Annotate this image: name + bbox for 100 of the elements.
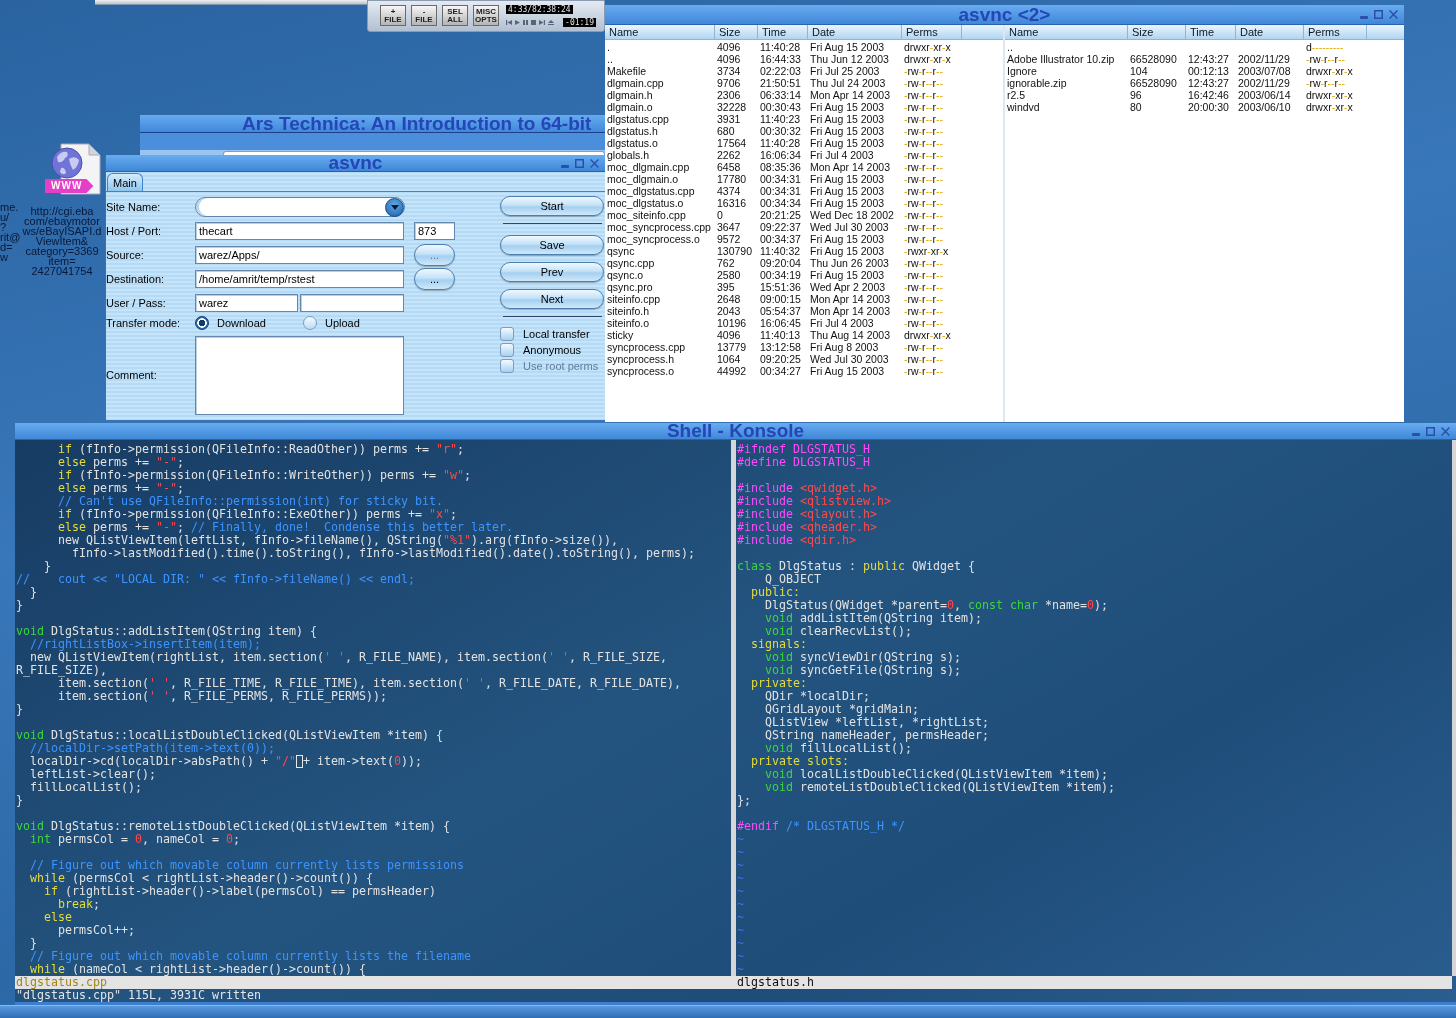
file-name-cell[interactable]: qsync.cpp: [605, 257, 655, 269]
column-header[interactable]: Perms: [1304, 25, 1367, 39]
source-field[interactable]: warez/Apps/: [195, 246, 404, 264]
action-button[interactable]: Save: [500, 235, 604, 255]
file-size-cell-text: 104: [1129, 65, 1148, 77]
file-name-cell[interactable]: dlgmain.cpp: [605, 77, 664, 89]
file-name-cell[interactable]: ..: [1005, 41, 1013, 53]
file-name-cell[interactable]: syncprocess.h: [605, 353, 675, 365]
column-header[interactable]: Date: [808, 25, 902, 39]
file-name-cell[interactable]: ignorable.zip: [1005, 77, 1067, 89]
maximize-icon[interactable]: [575, 158, 584, 168]
file-name-cell[interactable]: qsync: [605, 245, 635, 257]
column-header[interactable]: Date: [1236, 25, 1304, 39]
radio-option[interactable]: Upload: [303, 314, 360, 332]
code-line: void clearRecvList();: [765, 625, 912, 638]
close-icon[interactable]: [1441, 426, 1450, 436]
combo-box[interactable]: [195, 197, 405, 217]
file-name-cell[interactable]: dlgstatus.cpp: [605, 113, 669, 125]
file-name-cell[interactable]: windvd: [1005, 101, 1040, 113]
playlist-button[interactable]: + FILE: [380, 5, 406, 26]
code-line: else perms += "-"; // Finally, done! Condense this better later.: [58, 521, 513, 534]
port-field[interactable]: 873: [414, 222, 455, 240]
file-name-cell[interactable]: globals.h: [605, 149, 650, 161]
file-name-cell[interactable]: r2.5: [1005, 89, 1026, 101]
file-name-cell[interactable]: moc_dlgstatus.cpp: [605, 185, 695, 197]
minimize-icon[interactable]: [561, 164, 569, 168]
playlist-button[interactable]: SEL ALL: [442, 5, 468, 26]
file-size-cell-text: 9572: [716, 233, 741, 245]
file-time-cell-text: 00:34:31: [759, 173, 801, 185]
eject-icon[interactable]: [548, 20, 554, 25]
file-time-cell-text: 00:34:34: [759, 197, 801, 209]
code-line: if (fInfo->permission(QFileInfo::ReadOther)) perms += "r";: [58, 443, 464, 456]
minimize-icon[interactable]: [1412, 432, 1420, 436]
close-icon[interactable]: [1389, 10, 1398, 19]
column-header[interactable]: Time: [1186, 25, 1236, 39]
file-name-cell[interactable]: moc_dlgmain.o: [605, 173, 679, 185]
empty-line-marker: ~: [737, 859, 744, 872]
action-button[interactable]: Next: [500, 289, 604, 309]
file-name-cell[interactable]: moc_syncprocess.o: [605, 233, 700, 245]
column-header[interactable]: Time: [758, 25, 808, 39]
file-name-cell[interactable]: Adobe Illustrator 10.zip: [1005, 53, 1115, 65]
file-name-cell[interactable]: moc_siteinfo.cpp: [605, 209, 686, 221]
file-name-cell[interactable]: qsync.pro: [605, 281, 653, 293]
destination-field[interactable]: /home/amrit/temp/rstest: [195, 270, 404, 288]
password-field[interactable]: [300, 294, 404, 312]
file-date-cell-text: Mon Apr 14 2003: [809, 305, 890, 317]
file-name-cell[interactable]: moc_syncprocess.cpp: [605, 221, 711, 233]
close-icon[interactable]: [590, 158, 599, 168]
code-line: //localDir->setPath(item->text(0));: [30, 742, 275, 755]
column-header[interactable]: Name: [1005, 25, 1128, 39]
icon-label-line: rit@: [0, 232, 21, 242]
play-icon[interactable]: [515, 20, 520, 25]
comment-field[interactable]: [195, 336, 404, 415]
pause-icon[interactable]: [523, 20, 528, 25]
file-name-cell[interactable]: siteinfo.h: [605, 305, 650, 317]
file-name-cell[interactable]: siteinfo.cpp: [605, 293, 661, 305]
file-name-cell[interactable]: ..: [605, 53, 613, 65]
file-name-cell[interactable]: .: [605, 41, 610, 53]
file-name-cell[interactable]: syncprocess.cpp: [605, 341, 686, 353]
previous-icon[interactable]: [506, 20, 512, 25]
file-time-cell-text: 20:00:30: [1187, 101, 1229, 113]
playlist-button[interactable]: MISC OPTS: [473, 5, 499, 26]
host-field[interactable]: thecart: [195, 222, 404, 240]
address-field[interactable]: [223, 151, 605, 155]
file-name-cell[interactable]: siteinfo.o: [605, 317, 650, 329]
checkbox-option[interactable]: Local transfer: [500, 326, 590, 342]
next-icon[interactable]: [539, 20, 545, 25]
user-field[interactable]: warez: [195, 294, 298, 312]
empty-line-marker: ~: [737, 911, 744, 924]
action-button[interactable]: Start: [500, 196, 604, 216]
maximize-icon[interactable]: [1426, 426, 1435, 436]
column-header[interactable]: Perms: [902, 25, 962, 39]
radio-option[interactable]: Download: [195, 314, 266, 332]
dropdown-button[interactable]: [385, 197, 404, 217]
checkbox-option[interactable]: Anonymous: [500, 342, 582, 358]
file-name-cell[interactable]: dlgmain.o: [605, 101, 653, 113]
tab[interactable]: Main: [107, 173, 143, 191]
file-date-cell-text: Mon Apr 14 2003: [809, 161, 890, 173]
file-time-cell-text: 00:12:13: [1187, 65, 1229, 77]
file-name-cell[interactable]: Makefile: [605, 65, 647, 77]
file-name-cell[interactable]: moc_dlgstatus.o: [605, 197, 684, 209]
column-header[interactable]: Size: [1128, 25, 1186, 39]
file-name-cell[interactable]: dlgstatus.o: [605, 137, 658, 149]
code-line: void DlgStatus::remoteListDoubleClicked(QListViewItem *item) {: [16, 820, 450, 833]
file-name-cell[interactable]: syncprocess.o: [605, 365, 675, 377]
file-name-cell[interactable]: moc_dlgmain.cpp: [605, 161, 690, 173]
playlist-button[interactable]: - FILE: [411, 5, 437, 26]
file-name-cell[interactable]: dlgstatus.h: [605, 125, 658, 137]
browse-button[interactable]: ...: [414, 268, 455, 290]
file-name-cell[interactable]: Ignore: [1005, 65, 1037, 77]
file-name-cell[interactable]: dlgmain.h: [605, 89, 653, 101]
action-button[interactable]: Prev: [500, 262, 604, 282]
file-size-cell-text: 2306: [716, 89, 741, 101]
file-name-cell[interactable]: sticky: [605, 329, 634, 341]
file-time-cell-text: 08:35:36: [759, 161, 801, 173]
column-header[interactable]: Name: [605, 25, 715, 39]
maximize-icon[interactable]: [1374, 10, 1383, 19]
file-name-cell[interactable]: qsync.o: [605, 269, 644, 281]
column-header[interactable]: Size: [715, 25, 758, 39]
file-time-cell-text: 15:51:36: [759, 281, 801, 293]
